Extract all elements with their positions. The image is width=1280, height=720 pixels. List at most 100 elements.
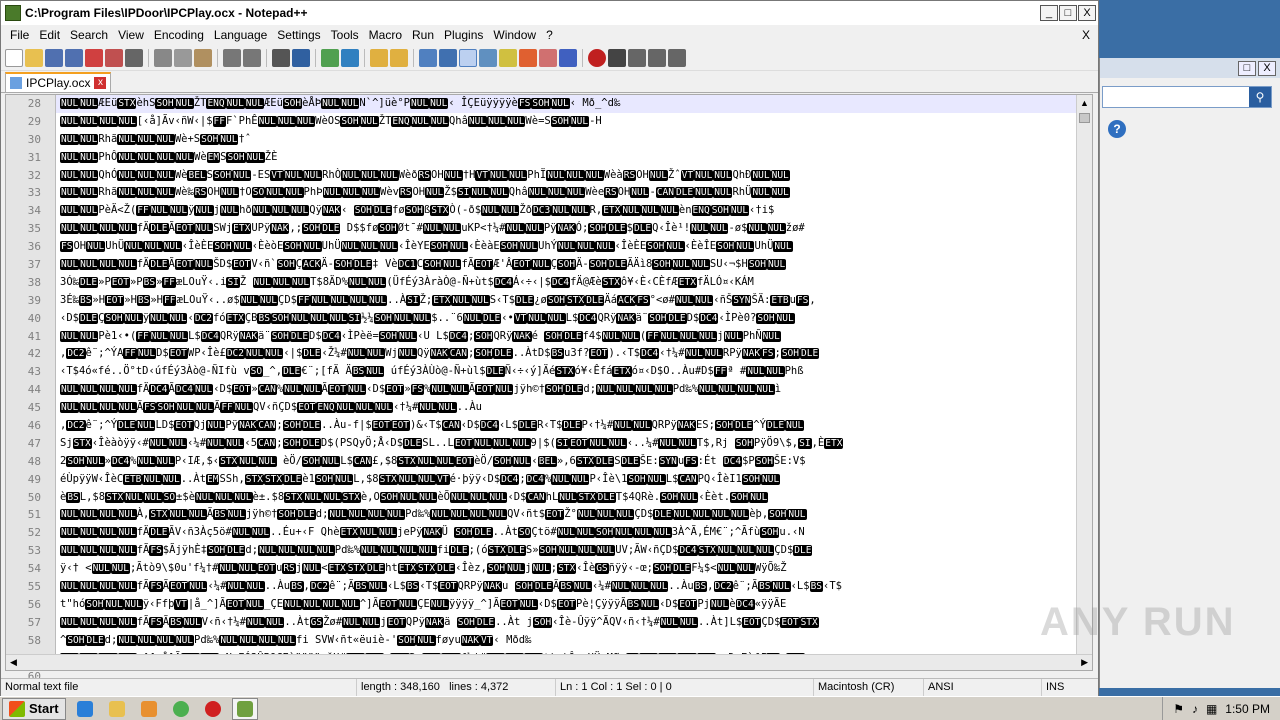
- close-button[interactable]: X: [1078, 5, 1096, 21]
- menu-file[interactable]: File: [5, 28, 34, 42]
- code-line[interactable]: NUL NULPèÄ<Ž(FF NUL NULÿNULjNULhðNUL NUL NULQ…: [56, 202, 1092, 220]
- security-taskbar-icon[interactable]: [200, 698, 226, 720]
- code-line[interactable]: SjSTX‹Îèàòÿÿ‹#NUL NUL‹¼#NUL NUL‹5CAN;SOH DL…: [56, 435, 1092, 453]
- print-icon[interactable]: [125, 48, 143, 67]
- show-all-chars-icon[interactable]: [439, 48, 457, 67]
- eye-icon[interactable]: [559, 48, 577, 67]
- menu-view[interactable]: View: [113, 28, 149, 42]
- menu-encoding[interactable]: Encoding: [149, 28, 209, 42]
- start-button[interactable]: Start: [2, 697, 66, 720]
- code-line[interactable]: NUL NULPè1‹•(FF NUL NULL$DC4QRÿNAKä¨SOH DLED…: [56, 328, 1092, 346]
- code-line[interactable]: FSOHNULUhÜNUL NUL NUL‹ÎèÈESOH NUL‹ÈèòESOH NU…: [56, 238, 1092, 256]
- code-line[interactable]: NUL NUL NUL NULfÄDLEÃEOT NULŠD$EOTV‹ñ`SOHÇAC…: [56, 256, 1092, 274]
- code-line[interactable]: 2SOH NUL»DC4%NUL NULP‹IÆ,$‹STX NUL NUL èÖ/SO…: [56, 453, 1092, 471]
- redo-icon[interactable]: [243, 48, 261, 67]
- menu-plugins[interactable]: Plugins: [439, 28, 488, 42]
- editor[interactable]: 28 29 30 31 32 33 34 35 36 37 38 39 40 41 42 43 44 45 46 47…: [5, 94, 1093, 718]
- menu-settings[interactable]: Settings: [272, 28, 325, 42]
- tab-close-icon[interactable]: x: [94, 77, 107, 89]
- play-multiple-macro-icon[interactable]: [648, 48, 666, 67]
- code-area[interactable]: NUL NULÆEüSTXèhSSOH NULŽTENQ NUL NULÆEüSOHèÅ…: [56, 95, 1092, 670]
- zoom-in-icon[interactable]: [321, 48, 339, 67]
- save-all-icon[interactable]: [65, 48, 83, 67]
- code-line[interactable]: NUL NUL NUL NULfÄDC4ÃDC4 NUL‹D$EOT»CAN%NUL NU…: [56, 381, 1092, 399]
- sync-vertical-icon[interactable]: [370, 48, 388, 67]
- menu-run[interactable]: Run: [407, 28, 439, 42]
- play-macro-icon[interactable]: [628, 48, 646, 67]
- save-macro-icon[interactable]: [668, 48, 686, 67]
- code-line[interactable]: èBSL,$8STX NUL NUL SO±$èNUL NUL NULè±.$8STX NU…: [56, 489, 1092, 507]
- monitoring-icon[interactable]: [539, 48, 557, 67]
- code-line[interactable]: NUL NUL NUL NULÃFS SOH NUL NULÃFF NULQV‹ñÇD$EOT…: [56, 399, 1092, 417]
- code-line[interactable]: NUL NULRhãNUL NUL NULWè‰RSOHNUL†OSO NUL NULPh…: [56, 184, 1092, 202]
- menu-window[interactable]: Window: [488, 28, 541, 42]
- close-all-icon[interactable]: [105, 48, 123, 67]
- vertical-scrollbar[interactable]: ▲: [1076, 95, 1092, 670]
- code-line[interactable]: ^SOH DLEd;NUL NUL NUL NULPd‰%NUL NUL NUL NULfi …: [56, 632, 1092, 650]
- menu-help[interactable]: ?: [541, 28, 558, 42]
- sync-horizontal-icon[interactable]: [390, 48, 408, 67]
- code-line[interactable]: NUL NUL NUL NUL[‹å]Ãv‹ñW‹|$FFF`PhÊNUL NUL NUL…: [56, 113, 1092, 131]
- volume-icon[interactable]: ♪: [1192, 702, 1198, 716]
- code-line[interactable]: ,DC2ê¨;^ÝDLE NULLD$EOTQjNULPÿNAK CAN;SOH DL…: [56, 417, 1092, 435]
- close-file-icon[interactable]: [85, 48, 103, 67]
- code-line[interactable]: NUL NUL NUL NULÀ,STX NUL NULÃBS NULjÿh©†SOH DLE…: [56, 506, 1092, 524]
- horizontal-scrollbar[interactable]: ◀ ▶: [6, 654, 1092, 670]
- code-line[interactable]: NUL NUL NUL NULfÃFS$ÃjÿhÈ‡SOH DLEd;NUL NUL NUL…: [56, 542, 1092, 560]
- zoom-out-icon[interactable]: [341, 48, 359, 67]
- bg-close-button[interactable]: X: [1258, 60, 1276, 76]
- notepadpp-taskbar-icon[interactable]: [231, 697, 258, 720]
- action-center-icon[interactable]: ⚑: [1173, 702, 1184, 716]
- word-wrap-icon[interactable]: [419, 48, 437, 67]
- menu-tools[interactable]: Tools: [326, 28, 364, 42]
- code-line[interactable]: NUL NULÆEüSTXèhSSOH NULŽTENQ NUL NULÆEüSOHèÅ…: [56, 95, 1092, 113]
- scroll-up-icon[interactable]: ▲: [1077, 95, 1092, 111]
- scroll-right-icon[interactable]: ▶: [1081, 657, 1088, 668]
- menu-language[interactable]: Language: [209, 28, 272, 42]
- indent-guide-icon[interactable]: [459, 48, 477, 67]
- copy-icon[interactable]: [174, 48, 192, 67]
- folder-workspace-icon[interactable]: [519, 48, 537, 67]
- code-line[interactable]: ‹T$4ó«fé..Ö°tD‹úfÉý3Àò@-ÑIfù vSO_^,DLE€¨…: [56, 363, 1092, 381]
- code-line[interactable]: NUL NUL NUL NULfÃFSÃBS NULV‹ñ‹†¼#NUL NUL..ÀtG…: [56, 614, 1092, 632]
- tab-ipcplay[interactable]: IPCPlay.ocx x: [5, 72, 112, 92]
- replace-icon[interactable]: [292, 48, 310, 67]
- code-line[interactable]: 3É‰BS»HEOT»HBS»HFFæLOuŸ‹..ø$NUL NULÇD$FF N…: [56, 292, 1092, 310]
- code-line[interactable]: NUL NULRhãNUL NUL NULWè+SSOH NUL†ˆ: [56, 131, 1092, 149]
- code-line[interactable]: NUL NUL NUL NULfÄDLEÃV‹ñ3Àç5ö#NUL NUL..Éu+‹F…: [56, 524, 1092, 542]
- menu-macro[interactable]: Macro: [364, 28, 407, 42]
- record-macro-icon[interactable]: [588, 48, 606, 67]
- find-icon[interactable]: [272, 48, 290, 67]
- undo-icon[interactable]: [223, 48, 241, 67]
- code-line[interactable]: t"hóSOH NUL NULÿ‹FfþVT|å_^]ÃEOT NUL_ÇENUL NU…: [56, 596, 1092, 614]
- code-line[interactable]: ‹D$DLEÇSOH NULÿNUL NUL‹DC2fóETXÇBBS SOH NUL N…: [56, 310, 1092, 328]
- network-icon[interactable]: ▦: [1206, 702, 1217, 716]
- menu-search[interactable]: Search: [65, 28, 113, 42]
- bg-search-field[interactable]: ⚲: [1102, 86, 1272, 108]
- code-line[interactable]: ÿ‹† <NUL NUL;Ãtò9\$0u'f¼†#NUL NUL EOTuRSjNU…: [56, 560, 1092, 578]
- explorer-taskbar-icon[interactable]: [104, 698, 130, 720]
- code-line[interactable]: ,DC2ê¨;^ÝAFF NULD$EOTWP‹Îè£DC2 NUL NUL‹|$DL…: [56, 345, 1092, 363]
- media-player-taskbar-icon[interactable]: [136, 698, 162, 720]
- open-file-icon[interactable]: [25, 48, 43, 67]
- save-icon[interactable]: [45, 48, 63, 67]
- function-list-icon[interactable]: [499, 48, 517, 67]
- code-line[interactable]: NUL NUL NUL NULfÄDLEÃEOT NULSWjETXUPÿNAK,;SO…: [56, 220, 1092, 238]
- code-line[interactable]: NUL NULPhÔNUL NUL NUL NULWèEMSSOH NULŽÈ: [56, 149, 1092, 167]
- help-icon[interactable]: ?: [1108, 120, 1126, 138]
- menu-edit[interactable]: Edit: [34, 28, 65, 42]
- new-file-icon[interactable]: [5, 48, 23, 67]
- code-line[interactable]: NUL NULQhÓNUL NUL NULWèBELSSOH NUL-ESVT NUL NU…: [56, 167, 1092, 185]
- clock[interactable]: 1:50 PM: [1225, 702, 1270, 716]
- maximize-button[interactable]: □: [1059, 5, 1077, 21]
- cut-icon[interactable]: [154, 48, 172, 67]
- close-document-button[interactable]: X: [1082, 28, 1090, 42]
- search-icon[interactable]: ⚲: [1249, 87, 1271, 107]
- chrome-taskbar-icon[interactable]: [168, 698, 194, 720]
- stop-macro-icon[interactable]: [608, 48, 626, 67]
- ie-taskbar-icon[interactable]: [72, 698, 98, 720]
- scroll-left-icon[interactable]: ◀: [10, 657, 17, 668]
- code-line[interactable]: NUL NUL NUL NULfÃFSÃEOT NUL‹¼#NUL NUL..ÀuBS,D…: [56, 578, 1092, 596]
- code-line[interactable]: éÙpÿÿW‹ÎèCETB NUL NUL..ÀtEMSSh,STX STX DLEè1…: [56, 471, 1092, 489]
- bg-maximize-button[interactable]: □: [1238, 60, 1256, 76]
